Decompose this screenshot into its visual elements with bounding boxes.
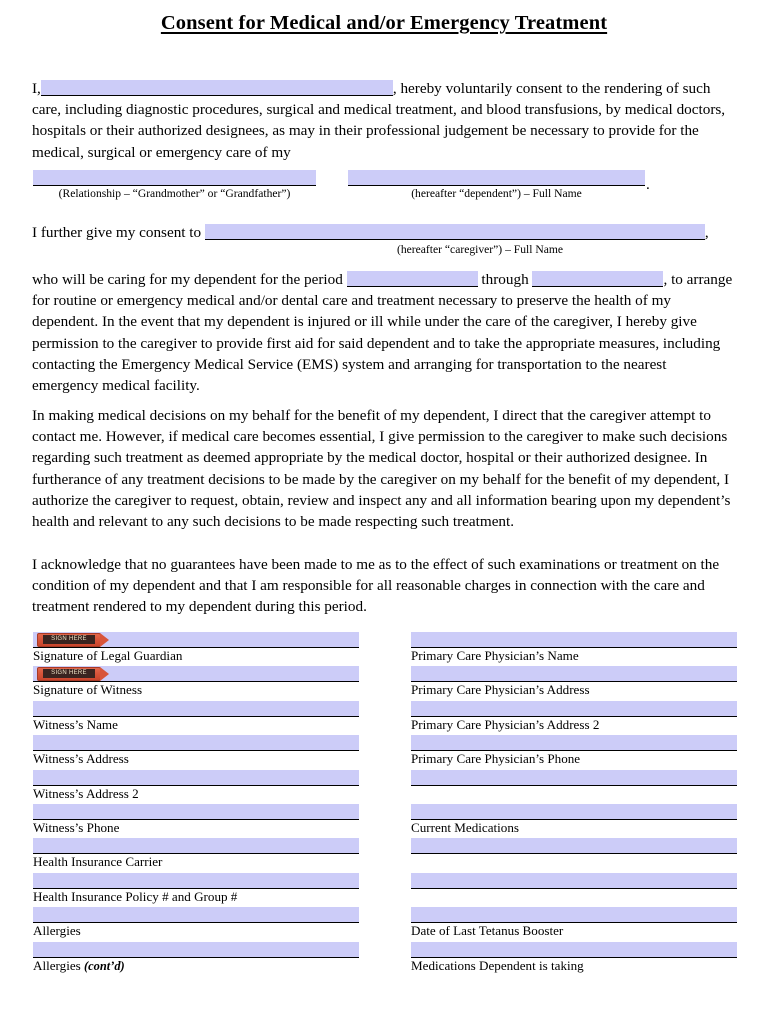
witness-s-name-input[interactable] [33,700,359,717]
primary-care-physician-s-phone-label: Primary Care Physician’s Phone [411,751,581,767]
sign-here-tag[interactable]: SIGN HERE [37,632,109,647]
date-of-last-tetanus-booster-input[interactable] [411,907,737,924]
paragraph-consent-prefix: I, [32,80,41,97]
field-row: Medications Dependent is taking [411,940,737,974]
field-row [411,871,737,905]
period-end-date-input[interactable] [532,271,664,287]
paragraph-medical-decisions: In making medical decisions on my behalf… [32,405,734,532]
field-row: Primary Care Physician’s Phone [411,733,737,767]
relationship-input[interactable] [33,170,316,186]
current-medications-input[interactable] [411,803,737,820]
fields-column-right: Primary Care Physician’s Name Primary Car… [411,630,737,974]
field-row [411,768,737,802]
field-row: Witness’s Phone [33,802,359,836]
current-medications-label: Current Medications [411,819,519,835]
sign-here-tag-label: SIGN HERE [43,669,95,679]
witness-s-phone-label: Witness’s Phone [33,819,120,835]
paragraph-period-text: who will be caring for my dependent for … [32,269,734,396]
primary-care-physician-s-name-label: Primary Care Physician’s Name [411,648,579,663]
signature-of-witness-label: Signature of Witness [33,682,143,698]
relationship-fieldline: (Relationship – “Grandmother” or “Grandf… [33,170,316,201]
field-row: Current Medications [411,802,737,836]
witness-s-address-2-input[interactable] [33,769,359,786]
paragraph-acknowledgement: I acknowledge that no guarantees have be… [32,554,734,618]
primary-care-physician-s-address-input[interactable] [411,666,737,683]
period-start-date-input[interactable] [346,271,478,287]
paragraph-acknowledgement-text: I acknowledge that no guarantees have be… [32,556,720,616]
allergies-input[interactable] [33,907,359,924]
caregiver-name-input[interactable] [204,224,705,240]
medications-dependent-is-taking-label: Medications Dependent is taking [411,957,584,973]
field-row [411,836,737,870]
health-insurance-carrier-label: Health Insurance Carrier [33,854,163,870]
signature-of-legal-guardian-label: Signature of Legal Guardian [33,648,183,663]
primary-care-physician-s-name-input[interactable] [411,632,737,648]
further-consent-prefix: I further give my consent to [32,224,202,241]
witness-s-address-input[interactable] [33,735,359,752]
field-row: Allergies (cont’d) [33,940,359,974]
sign-here-tag[interactable]: SIGN HERE [37,666,109,681]
unlabeled-right-7-input[interactable] [411,872,737,889]
field-row: Witness’s Address 2 [33,768,359,802]
caregiver-caption: (hereafter “caregiver”) – Full Name [396,243,564,256]
dependent-caption: (hereafter “dependent”) – Full Name [411,187,582,200]
paragraph-further-consent-text: I further give my consent to , [32,222,742,243]
fields-column-left: SIGN HERE Signature of Legal Guardian SIGN… [33,630,359,974]
field-label-emphasis: (cont’d) [84,958,125,973]
field-row: Date of Last Tetanus Booster [411,905,737,939]
sign-here-tag-label: SIGN HERE [43,635,95,644]
witness-s-name-label: Witness’s Name [33,716,118,732]
paragraph-period: who will be caring for my dependent for … [32,269,734,396]
field-row: Witness’s Name [33,699,359,733]
field-label-plain: Allergies [33,957,85,973]
field-row: Health Insurance Policy # and Group # [33,871,359,905]
date-of-last-tetanus-booster-label: Date of Last Tetanus Booster [411,923,564,939]
allergies-cont-d-label: Allergies (cont’d) [33,958,125,974]
witness-s-address-2-label: Witness’s Address 2 [33,785,139,801]
paragraph-consent: I,, hereby voluntarily consent to the re… [32,78,734,163]
allergies-cont-d-input[interactable] [33,941,359,958]
further-consent-suffix: , [704,224,709,241]
page-title: Consent for Medical and/or Emergency Tre… [0,12,768,36]
health-insurance-carrier-input[interactable] [33,838,359,855]
health-insurance-policy-and-group-input[interactable] [33,872,359,889]
paragraph-further-consent: I further give my consent to , [32,222,742,243]
health-insurance-policy-and-group-label: Health Insurance Policy # and Group # [33,888,238,904]
primary-care-physician-s-address-2-label: Primary Care Physician’s Address 2 [411,716,600,732]
document-page: Consent for Medical and/or Emergency Tre… [0,0,768,1014]
allergies-label: Allergies [33,923,81,939]
field-row: SIGN HERE Signature of Legal Guardian [33,630,359,664]
name-blank-input[interactable] [40,80,393,96]
page-title-text: Consent for Medical and/or Emergency Tre… [160,12,608,34]
medications-dependent-is-taking-input[interactable] [411,941,737,958]
field-row: SIGN HERE Signature of Witness [33,664,359,698]
period-prefix: who will be caring for my dependent for … [32,271,343,288]
unlabeled-right-6-input[interactable] [411,838,737,855]
signature-fields-grid: SIGN HERE Signature of Legal Guardian SIGN… [0,630,768,990]
witness-s-phone-input[interactable] [33,803,359,820]
paragraph-consent-text: I,, hereby voluntarily consent to the re… [32,78,734,163]
relationship-caption: (Relationship – “Grandmother” or “Grandf… [58,187,291,200]
field-row: Primary Care Physician’s Name [411,630,737,664]
field-row: Allergies [33,905,359,939]
paragraph-medical-decisions-text: In making medical decisions on my behalf… [32,407,731,531]
dependent-line-period: . [646,176,650,193]
field-row: Health Insurance Carrier [33,836,359,870]
dependent-fieldline: (hereafter “dependent”) – Full Name [348,170,645,201]
dependent-name-input[interactable] [348,170,645,186]
period-body: , to arrange for routine or emergency me… [32,271,733,395]
primary-care-physician-s-address-label: Primary Care Physician’s Address [411,682,590,698]
field-row: Witness’s Address [33,733,359,767]
primary-care-physician-s-address-2-input[interactable] [411,700,737,717]
unlabeled-right-4-input[interactable] [411,769,737,786]
primary-care-physician-s-phone-input[interactable] [411,735,737,752]
field-row: Primary Care Physician’s Address [411,664,737,698]
field-row: Primary Care Physician’s Address 2 [411,699,737,733]
witness-s-address-label: Witness’s Address [33,751,129,767]
period-through-label: through [481,271,529,288]
